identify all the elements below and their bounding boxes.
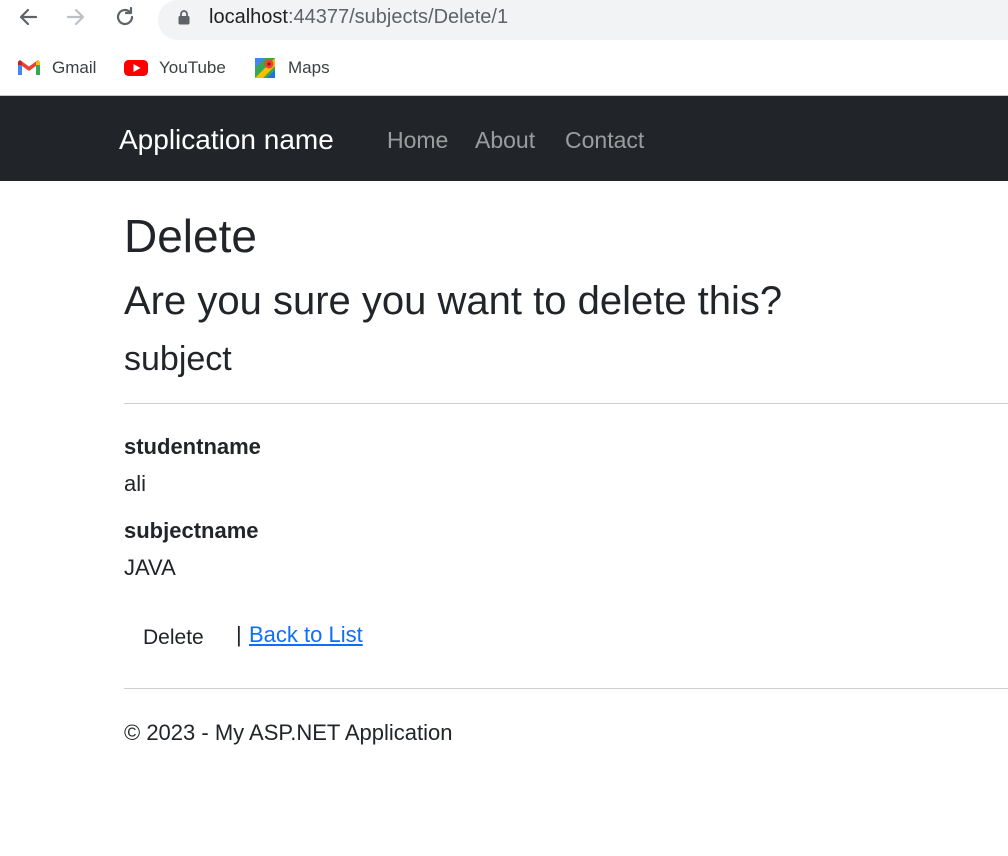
field-value-studentname: ali [124,471,147,496]
delete-button[interactable]: Delete [131,621,216,655]
reload-icon[interactable] [112,4,138,30]
bookmark-label: Gmail [52,58,97,77]
nav-link-contact[interactable]: Contact [565,126,644,154]
forward-arrow-icon[interactable] [63,4,89,30]
bookmark-label: YouTube [159,58,226,77]
field-label-studentname: studentname [124,434,261,459]
maps-icon [253,56,277,80]
bookmarks-bar: Gmail YouTube Maps [0,48,1008,88]
site-navbar: Application name Home About Contact [0,96,1008,181]
url-path: :44377/subjects/Delete/1 [287,6,509,28]
footer-text: © 2023 - My ASP.NET Application [124,720,453,745]
browser-toolbar: localhost:44377/subjects/Delete/1 [0,0,1008,42]
page-title: Delete [124,210,257,262]
lock-icon [178,10,190,30]
back-to-list-link[interactable]: Back to List [249,621,363,649]
confirm-heading: Are you sure you want to delete this? [124,279,783,323]
url-text: localhost:44377/subjects/Delete/1 [209,6,508,28]
address-bar[interactable]: localhost:44377/subjects/Delete/1 [158,0,1008,40]
footer-divider [124,688,1008,689]
field-label-subjectname: subjectname [124,518,259,543]
bookmark-maps[interactable]: Maps [253,56,330,80]
entity-heading: subject [124,340,232,378]
url-host: localhost [209,6,288,28]
field-value-subjectname: JAVA [124,555,176,580]
bookmark-label: Maps [288,58,330,77]
separator: | [236,622,242,647]
navbar-brand[interactable]: Application name [119,124,334,156]
back-arrow-icon[interactable] [15,4,41,30]
gmail-icon [17,56,41,80]
youtube-icon [124,56,148,80]
bookmark-youtube[interactable]: YouTube [124,56,226,80]
bookmark-gmail[interactable]: Gmail [17,56,96,80]
divider [124,403,1008,404]
nav-link-home[interactable]: Home [387,126,448,154]
nav-link-about[interactable]: About [475,126,535,154]
